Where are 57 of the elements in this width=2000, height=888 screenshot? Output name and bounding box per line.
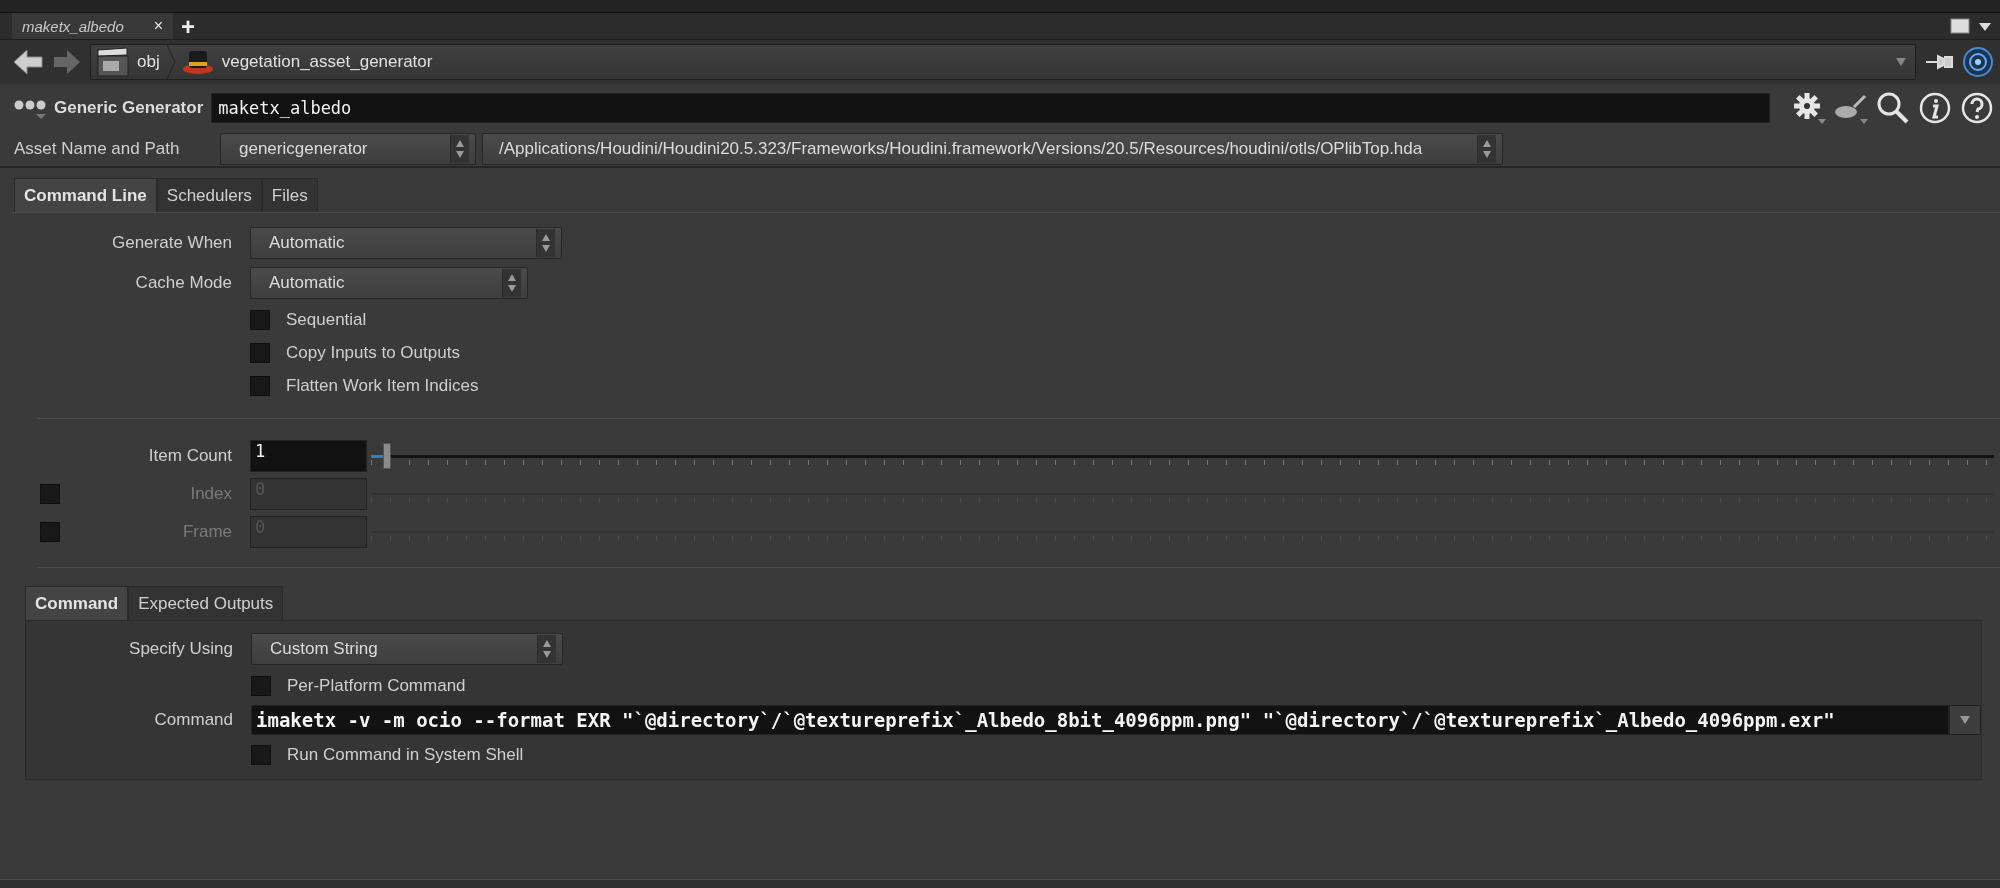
checkbox[interactable]	[251, 744, 271, 765]
checkbox-label: Run Command in System Shell	[287, 744, 524, 765]
field-label: Cache Mode	[135, 273, 232, 293]
asset-path-dropdown[interactable]: /Applications/Houdini/Houdini20.5.323/Frameworks/Houdini.framework/Versions/20.5/Resources/houdini/otls/OPlibTop.hda	[482, 133, 1503, 165]
checkbox[interactable]	[251, 675, 271, 696]
number-field[interactable]: 1	[250, 440, 367, 472]
target-icon[interactable]	[1962, 46, 1994, 78]
dropdown-menu[interactable]: Automatic	[250, 227, 562, 259]
close-button[interactable]: ×	[153, 17, 164, 35]
info-icon[interactable]	[1918, 91, 1952, 125]
spinner-arrows-icon	[1482, 138, 1492, 160]
editor-tab[interactable]: maketx_albedo	[22, 17, 124, 35]
field-label: Asset Name and Path	[14, 139, 181, 159]
slider-handle[interactable]	[383, 443, 392, 469]
dropdown-menu[interactable]: Automatic	[250, 267, 528, 299]
breadcrumb[interactable]: obj	[137, 52, 160, 72]
field-label: Index	[190, 484, 232, 504]
tab[interactable]: Command Line	[14, 178, 157, 212]
field-label: Specify Using	[129, 639, 233, 659]
dropdown-button[interactable]	[1949, 705, 1981, 735]
gear-icon[interactable]	[1792, 91, 1826, 125]
spinner-arrows-icon	[542, 638, 552, 660]
clapperboard-icon	[97, 47, 129, 77]
tab[interactable]: Schedulers	[156, 178, 262, 212]
node-type-label: Generic Generator	[54, 98, 204, 118]
back-arrow-icon[interactable]	[12, 47, 44, 77]
dropdown-menu[interactable]: Custom String	[251, 633, 563, 665]
checkbox[interactable]	[250, 309, 270, 330]
dropdown-arrow-icon	[1960, 716, 1970, 724]
help-icon[interactable]	[1960, 91, 1994, 125]
breadcrumb[interactable]: vegetation_asset_generator	[221, 52, 433, 72]
checkbox-label: Flatten Work Item Indices	[286, 375, 479, 396]
node-name-field[interactable]: maketx_albedo	[211, 93, 1770, 123]
add-tab-button[interactable]: +	[173, 13, 204, 39]
top-hat-icon	[181, 48, 214, 76]
tab[interactable]: Command	[25, 586, 129, 620]
checkbox-label: Per-Platform Command	[287, 675, 466, 696]
field-label: Command	[154, 710, 233, 730]
field-label: Frame	[182, 522, 232, 542]
field-label: Generate When	[112, 233, 232, 253]
spinner-arrows-icon	[455, 138, 465, 160]
checkbox-label: Copy Inputs to Outputs	[286, 342, 460, 363]
command-field[interactable]: imaketx -v -m ocio --format EXR "`@directory`/`@textureprefix`_Albedo_8bit_4096ppm.png" "`@directory`/`@textureprefix`_Albedo_4096ppm.exr"	[251, 705, 1949, 735]
asset-name-dropdown[interactable]: genericgenerator	[220, 133, 476, 165]
forward-arrow-icon[interactable]	[52, 47, 82, 77]
field-label: Item Count	[148, 446, 232, 466]
tab[interactable]: Expected Outputs	[128, 586, 284, 620]
checkbox-label: Sequential	[286, 309, 367, 330]
checkbox[interactable]	[250, 342, 270, 363]
spinner-arrows-icon	[507, 272, 517, 294]
tab[interactable]: Files	[261, 178, 318, 212]
window-icon[interactable]	[1950, 18, 1970, 34]
search-icon[interactable]	[1876, 91, 1910, 125]
spinner-arrows-icon	[541, 232, 551, 254]
checkbox[interactable]	[250, 375, 270, 396]
slider[interactable]	[371, 442, 1994, 470]
dropdown-arrow-icon[interactable]	[1978, 22, 1992, 32]
